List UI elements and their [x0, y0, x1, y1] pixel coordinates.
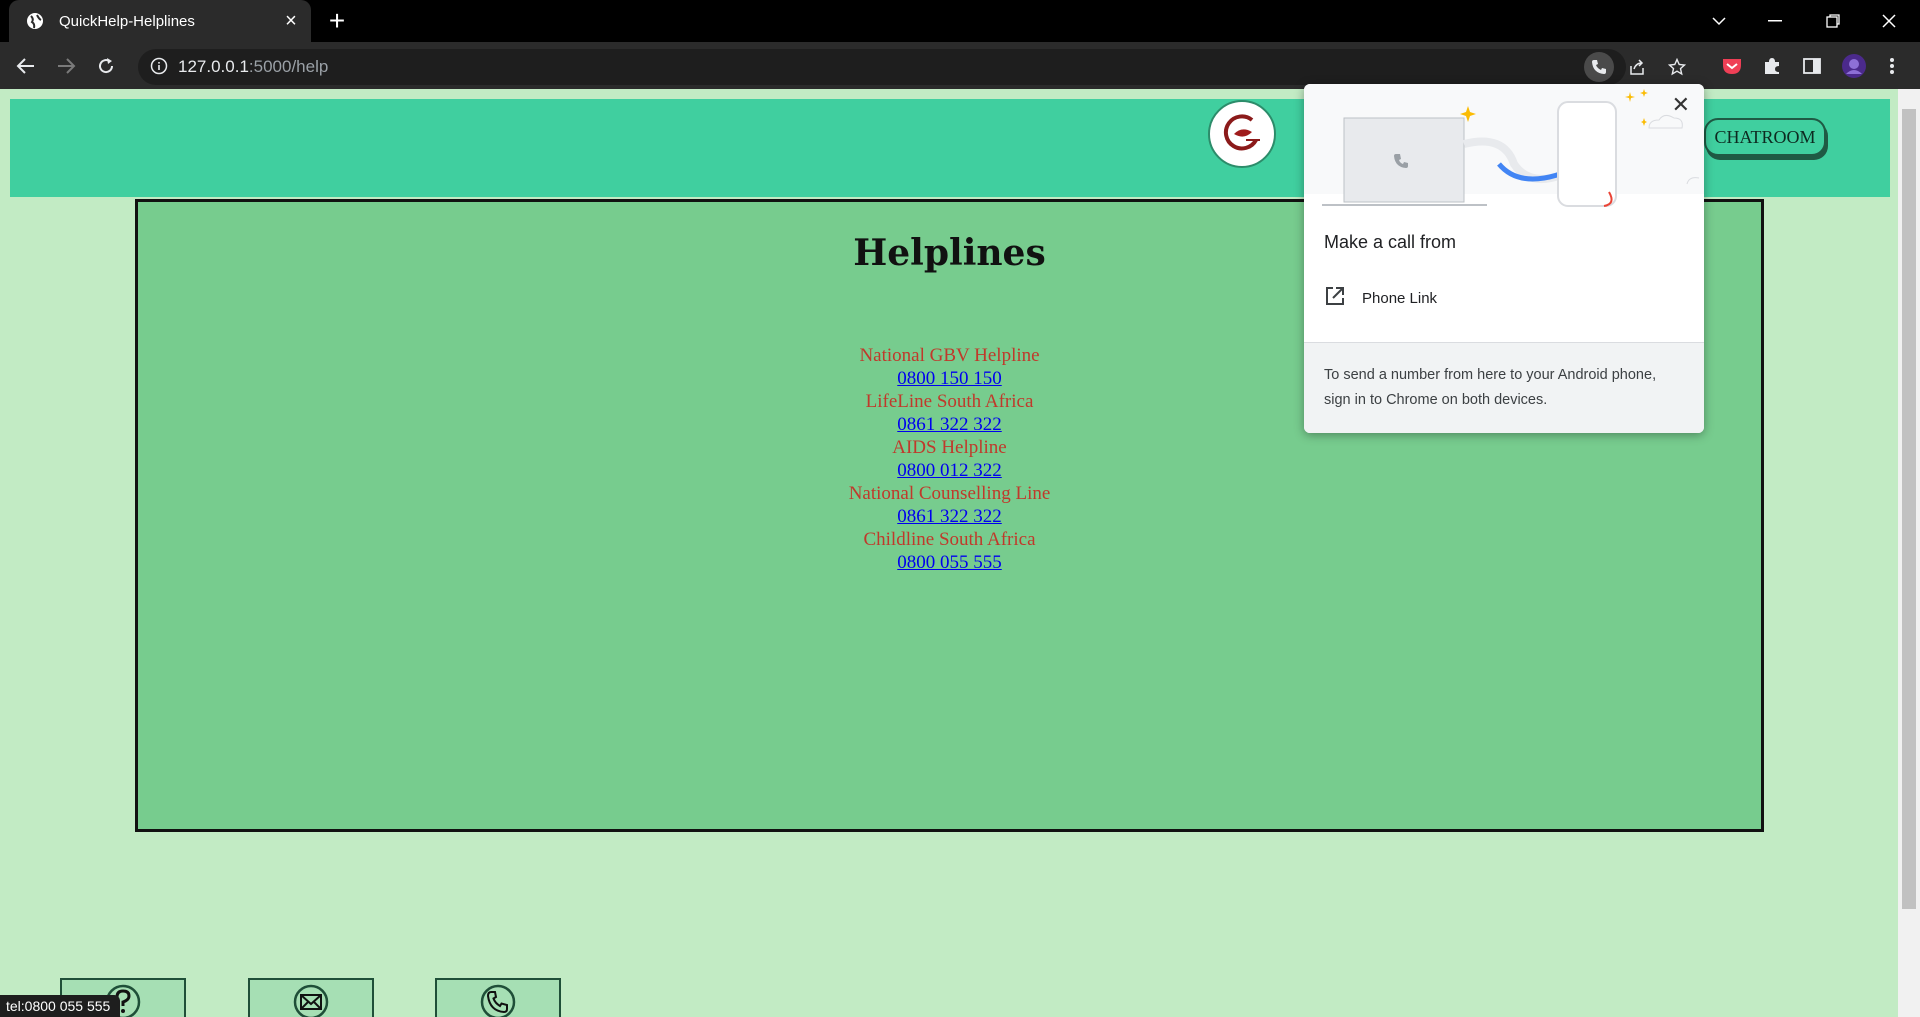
devices-illustration [1304, 84, 1704, 207]
helpline-number-link[interactable]: 0800 012 322 [897, 459, 1002, 482]
mail-button[interactable] [248, 978, 374, 1017]
call-from-popup: ✕ Make a call from Phone Link To send a … [1304, 84, 1704, 433]
address-bar[interactable]: 127.0.0.1:5000/help [138, 49, 1686, 85]
menu-icon[interactable] [1876, 50, 1908, 82]
external-link-icon [1324, 285, 1346, 312]
forward-icon[interactable] [50, 50, 82, 82]
avatar[interactable] [1838, 50, 1870, 82]
popup-title: Make a call from [1324, 232, 1457, 252]
reload-icon[interactable] [90, 50, 122, 82]
close-icon[interactable]: ✕ [1672, 92, 1690, 118]
mail-icon [293, 984, 329, 1017]
browser-toolbar: 127.0.0.1:5000/help [0, 42, 1920, 89]
minimize-icon[interactable] [1752, 6, 1798, 36]
back-icon[interactable] [10, 50, 42, 82]
browser-tab[interactable]: QuickHelp-Helplines × [9, 0, 311, 42]
tab-strip: QuickHelp-Helplines × + [0, 0, 1920, 42]
sidepanel-icon[interactable] [1796, 50, 1828, 82]
pocket-icon[interactable] [1716, 50, 1748, 82]
phone-link-label: Phone Link [1362, 289, 1438, 307]
scroll-thumb[interactable] [1902, 109, 1916, 909]
helpline-number-link[interactable]: 0800 150 150 [897, 367, 1002, 390]
site-logo[interactable] [1208, 100, 1276, 168]
helpline-number-link[interactable]: 0800 055 555 [897, 551, 1002, 574]
close-icon[interactable]: × [277, 11, 305, 31]
globe-icon [25, 11, 45, 31]
call-button[interactable] [435, 978, 561, 1017]
popup-footer-text: To send a number from here to your Andro… [1304, 342, 1704, 433]
url-text: 127.0.0.1:5000/help [178, 57, 329, 76]
chevron-down-icon[interactable] [1696, 6, 1742, 36]
helpline-name: AIDS Helpline [892, 437, 1007, 458]
plus-icon[interactable]: + [322, 7, 352, 37]
helpline-name: Childline South Africa [863, 529, 1036, 550]
close-window-icon[interactable] [1866, 6, 1912, 36]
chatroom-button[interactable]: CHATROOM [1704, 118, 1826, 156]
phone-icon [480, 984, 516, 1017]
helpline-name: National Counselling Line [848, 483, 1051, 504]
helpline-number-link[interactable]: 0861 322 322 [897, 413, 1002, 436]
phone-link-option[interactable]: Phone Link [1324, 286, 1437, 310]
helpline-number-link[interactable]: 0861 322 322 [897, 505, 1002, 528]
star-icon[interactable] [1662, 52, 1692, 82]
status-bubble: tel:0800 055 555 [0, 995, 121, 1017]
phone-icon[interactable] [1584, 52, 1614, 82]
info-icon[interactable] [150, 57, 170, 77]
page-scrollbar[interactable] [1898, 89, 1920, 1017]
share-icon[interactable] [1622, 52, 1652, 82]
puzzle-icon[interactable] [1756, 50, 1788, 82]
restore-icon[interactable] [1810, 6, 1856, 36]
tab-title: QuickHelp-Helplines [59, 12, 195, 30]
